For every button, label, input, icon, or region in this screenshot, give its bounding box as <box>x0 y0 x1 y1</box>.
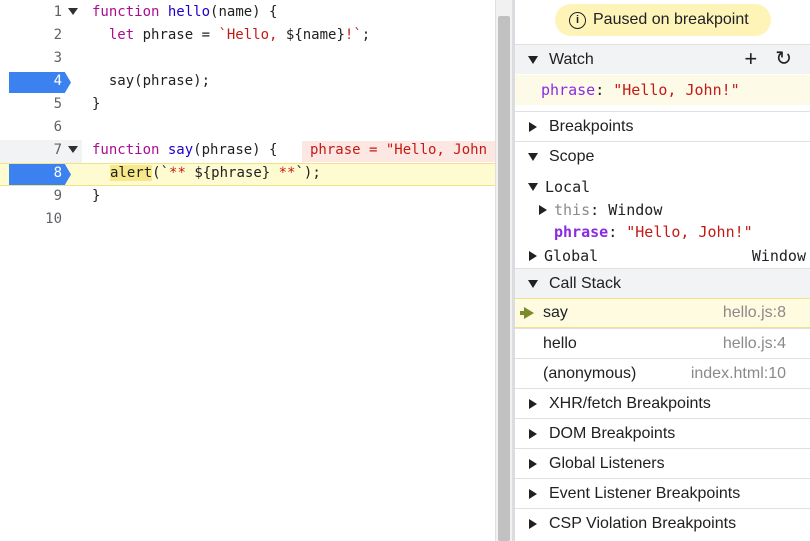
line-number[interactable]: 6 <box>0 119 62 135</box>
event-listener-breakpoints-section-header[interactable]: Event Listener Breakpoints <box>515 478 810 508</box>
code-text: let phrase = `Hello, ${name}!`; <box>108 27 371 43</box>
execution-position: alert <box>110 165 153 181</box>
code-line[interactable]: 3 <box>0 48 495 71</box>
line-number[interactable]: 10 <box>0 211 62 227</box>
code-line[interactable]: 5 } <box>0 94 495 117</box>
call-stack-frame[interactable]: hello hello.js:4 <box>515 328 810 358</box>
call-stack-frame[interactable]: (anonymous) index.html:10 <box>515 358 810 388</box>
line-number[interactable]: 3 <box>0 50 62 66</box>
frame-name: say <box>543 304 568 321</box>
line-number[interactable]: 1 <box>0 4 62 20</box>
line-number[interactable]: 8 <box>0 165 62 181</box>
expand-triangle-icon <box>528 182 538 191</box>
section-label: CSP Violation Breakpoints <box>549 514 737 532</box>
watch-section-header[interactable]: Watch + ↻ <box>515 44 810 74</box>
scope-global[interactable]: Global Window <box>515 244 810 267</box>
collapsed-triangle-icon <box>529 121 537 132</box>
frame-location: hello.js:8 <box>722 304 786 321</box>
scope-local[interactable]: Local <box>515 175 810 198</box>
frame-location: index.html:10 <box>690 364 786 382</box>
line-number[interactable]: 9 <box>0 188 62 204</box>
code-line[interactable]: 7 function say(phrase) { phrase = "Hello… <box>0 140 495 163</box>
line-number[interactable]: 2 <box>0 27 62 43</box>
current-frame-arrow-icon <box>520 307 534 319</box>
info-icon: i <box>569 11 586 29</box>
paused-code-line[interactable]: 8 alert(`** ${phrase} **`); <box>0 163 495 186</box>
scope-key: phrase <box>554 222 609 241</box>
collapsed-triangle-icon <box>529 458 537 469</box>
paused-status-text: Paused on breakpoint <box>593 11 749 28</box>
code-text: } <box>92 96 101 112</box>
scope-key: this <box>554 200 591 219</box>
code-text: alert(`** ${phrase} **`); <box>110 165 321 181</box>
section-label: Global Listeners <box>549 454 665 472</box>
scope-phrase-row[interactable]: phrase: "Hello, John!" <box>515 220 810 243</box>
code-line[interactable]: 4 say(phrase); <box>0 71 495 94</box>
frame-name: hello <box>543 334 577 352</box>
fold-toggle-icon[interactable] <box>68 8 78 15</box>
frame-name: (anonymous) <box>543 364 637 382</box>
code-line[interactable]: 10 <box>0 209 495 232</box>
line-number[interactable]: 5 <box>0 96 62 112</box>
collapsed-triangle-icon <box>529 398 537 409</box>
add-watch-icon[interactable]: + <box>744 48 757 70</box>
dom-breakpoints-section-header[interactable]: DOM Breakpoints <box>515 418 810 448</box>
scope-value: "Hello, John!" <box>626 222 753 241</box>
section-label: Scope <box>549 147 595 165</box>
code-text: function hello(name) { <box>92 4 278 20</box>
watch-expression[interactable]: phrase: "Hello, John!" <box>515 75 810 105</box>
scope-local-label: Local <box>545 177 591 196</box>
collapsed-triangle-icon <box>529 250 537 261</box>
scope-this-row[interactable]: this: Window <box>515 198 810 221</box>
code-line[interactable]: 1 function hello(name) { <box>0 2 495 25</box>
scope-value: Window <box>751 246 806 265</box>
call-stack-section-header[interactable]: Call Stack <box>515 268 810 298</box>
line-number[interactable]: 7 <box>0 142 62 158</box>
scope-section-header[interactable]: Scope <box>515 141 810 171</box>
code-text: say(phrase); <box>92 73 211 89</box>
section-label: XHR/fetch Breakpoints <box>549 394 711 412</box>
section-label: Call Stack <box>549 274 622 292</box>
fold-toggle-icon[interactable] <box>68 146 78 153</box>
collapsed-triangle-icon <box>539 204 547 215</box>
inline-variable-value: phrase = "Hello, John <box>302 141 495 162</box>
debugger-sidebar: i Paused on breakpoint Watch + ↻ phrase:… <box>515 0 810 541</box>
section-label: DOM Breakpoints <box>549 424 676 442</box>
section-label: Breakpoints <box>549 117 634 135</box>
refresh-icon[interactable]: ↻ <box>775 49 792 69</box>
code-text: } <box>92 188 101 204</box>
expand-triangle-icon <box>528 55 538 64</box>
csp-violation-breakpoints-section-header[interactable]: CSP Violation Breakpoints <box>515 508 810 538</box>
code-line[interactable]: 2 let phrase = `Hello, ${name}!`; <box>0 25 495 48</box>
code-editor[interactable]: 1 function hello(name) { 2 let phrase = … <box>0 0 495 541</box>
expand-triangle-icon <box>528 279 538 288</box>
xhr-breakpoints-section-header[interactable]: XHR/fetch Breakpoints <box>515 388 810 418</box>
paused-banner: i Paused on breakpoint <box>555 4 771 36</box>
collapsed-triangle-icon <box>529 518 537 529</box>
call-stack-frame[interactable]: say hello.js:8 <box>515 298 810 328</box>
scope-value: Window <box>608 200 663 219</box>
breakpoints-section-header[interactable]: Breakpoints <box>515 111 810 141</box>
section-label: Watch <box>549 50 594 68</box>
expand-triangle-icon <box>528 152 538 161</box>
line-number[interactable]: 4 <box>0 73 62 89</box>
global-listeners-section-header[interactable]: Global Listeners <box>515 448 810 478</box>
scope-global-label: Global <box>544 246 599 265</box>
scrollbar-thumb[interactable] <box>498 16 510 541</box>
code-text: function say(phrase) { <box>92 142 278 158</box>
collapsed-triangle-icon <box>529 488 537 499</box>
code-line[interactable]: 9 } <box>0 186 495 209</box>
code-line[interactable]: 6 <box>0 117 495 140</box>
section-label: Event Listener Breakpoints <box>549 484 741 502</box>
frame-location: hello.js:4 <box>722 334 786 352</box>
collapsed-triangle-icon <box>529 428 537 439</box>
